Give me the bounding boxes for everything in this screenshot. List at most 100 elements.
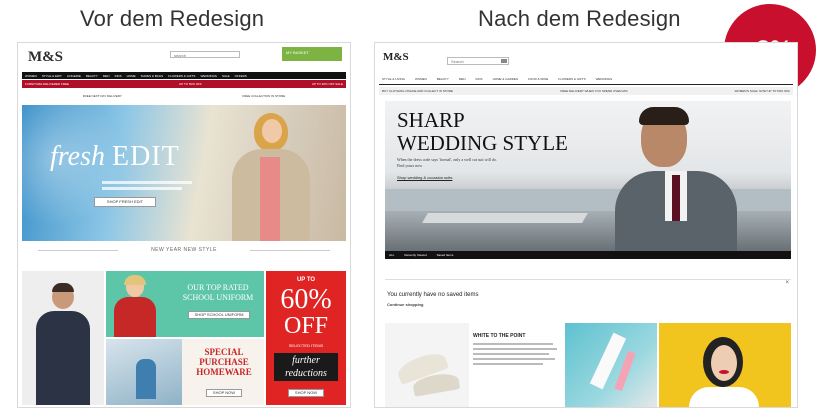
before-nav-item[interactable]: SALE — [222, 74, 230, 78]
after-hero-model-hair — [639, 107, 689, 125]
before-basket-button[interactable]: MY BASKET — [282, 47, 342, 61]
before-sale-percent: 60% — [280, 284, 332, 315]
after-info-item[interactable]: WOMEN'S SALE: NOW UP TO 50% OFF — [735, 89, 790, 93]
after-nav-item[interactable]: KIDS — [476, 77, 483, 81]
after-logo[interactable]: M&S — [383, 51, 409, 63]
after-info-item[interactable]: BUY CLOTHING ONLINE AND COLLECT IN STORE — [382, 89, 453, 93]
before-nav-item[interactable]: WOMEN — [25, 74, 37, 78]
after-article-tile[interactable]: WHITE TO THE POINT — [471, 323, 563, 407]
before-nav-item[interactable]: BEAUTY — [86, 74, 98, 78]
before-school-tile[interactable]: OUR TOP RATED SCHOOL UNIFORM SHOP SCHOOL… — [106, 271, 264, 337]
after-nav-item[interactable]: WEDDINGS — [596, 77, 613, 81]
before-hero-banner[interactable]: fresh EDIT SHOP FRESH EDIT — [22, 105, 346, 241]
before-school-child-hair — [124, 275, 146, 285]
after-nav-item[interactable]: BEAUTY — [437, 77, 449, 81]
after-hero-tab[interactable]: ALL — [389, 253, 394, 257]
before-search-input[interactable]: search — [170, 51, 240, 58]
before-delivery-bar: FREE NEXT DAY DELIVERY FREE COLLECTION I… — [22, 91, 346, 100]
after-screenshot: M&S Search STYLE & LIVING WOMEN BEAUTY M… — [374, 42, 798, 408]
before-divider-line — [250, 250, 330, 251]
after-hero-tab[interactable]: Recently Viewed — [404, 253, 426, 257]
before-hero-title-italic: fresh — [50, 141, 105, 172]
after-woman-lips — [719, 370, 729, 374]
before-hero-model-top — [260, 157, 280, 241]
before-nav-item[interactable]: SHOES & BAGS — [141, 74, 164, 78]
after-article-line — [473, 348, 557, 350]
after-woman-top — [689, 387, 759, 407]
after-info-bar: BUY CLOTHING ONLINE AND COLLECT IN STORE… — [379, 87, 793, 95]
before-nav-item[interactable]: MEN — [103, 74, 110, 78]
after-hero-tabs: ALL Recently Viewed Saved Items — [385, 251, 791, 259]
before-sale-cta[interactable]: SHOP NOW — [288, 389, 324, 397]
after-hero-model-tie — [672, 175, 680, 221]
before-promo-item[interactable]: FURNITURE DELIVERED FREE — [25, 82, 69, 86]
after-info-item[interactable]: FREE DELIVERY WHEN YOU SPEND OVER £50 — [560, 89, 627, 93]
before-logo[interactable]: M&S — [28, 49, 63, 66]
after-nav-item[interactable]: MEN — [459, 77, 466, 81]
before-hero-paint — [22, 105, 132, 241]
before-homeware-line3: HOMEWARE — [196, 367, 252, 377]
after-search-placeholder: Search — [451, 59, 464, 64]
before-nav-item[interactable]: KIDS — [115, 74, 122, 78]
before-men-hair — [52, 283, 74, 292]
before-hero-title-caps: EDIT — [111, 141, 180, 172]
after-nav-rule — [379, 84, 793, 85]
after-hero-tab[interactable]: Saved Items — [437, 253, 454, 257]
after-saved-link[interactable]: Continue shopping — [387, 302, 423, 307]
before-nav-item[interactable]: STYLE & EDIT — [42, 74, 62, 78]
before-men-tile[interactable] — [22, 271, 104, 405]
after-article-title: WHITE TO THE POINT — [473, 333, 526, 339]
before-sale-tile[interactable]: UP TO 60% OFF SELECTED ITEMS further red… — [266, 271, 346, 405]
before-homeware-title: SPECIAL PURCHASE HOMEWARE — [186, 347, 262, 377]
after-hero-cta[interactable]: Shop wedding & occasion suits — [397, 175, 452, 180]
before-hero-text-line — [102, 187, 182, 190]
before-homeware-line1: SPECIAL — [204, 347, 244, 357]
before-nav-item[interactable]: FLOWERS & GIFTS — [168, 74, 195, 78]
after-nav-item[interactable]: HOME & GARDEN — [493, 77, 519, 81]
before-promo-item[interactable]: UP TO 30% OFF SALE — [312, 82, 343, 86]
before-nav-item[interactable]: LINGERIE — [67, 74, 81, 78]
before-screenshot: M&S search MY BASKET WOMEN STYLE & EDIT … — [17, 42, 351, 408]
before-hero-cta[interactable]: SHOP FRESH EDIT — [94, 197, 156, 207]
after-article-line — [473, 363, 543, 365]
before-delivery-item[interactable]: FREE COLLECTION IN STORE — [242, 94, 285, 98]
after-hero-banner[interactable]: SHARP WEDDING STYLE When the dress code … — [385, 101, 791, 259]
before-homeware-line2: PURCHASE — [199, 357, 249, 367]
before-nav-item[interactable]: WEDDINGS — [200, 74, 217, 78]
before-homeware-figure — [136, 359, 156, 399]
after-article-line — [473, 353, 549, 355]
before-divider-line — [38, 250, 118, 251]
before-homeware-cta[interactable]: SHOP NOW — [206, 389, 242, 397]
before-school-line2: SCHOOL UNIFORM — [182, 293, 254, 302]
after-shoes-tile[interactable] — [385, 323, 469, 407]
before-sale-upto: UP TO — [296, 277, 316, 283]
after-nav-item[interactable]: STYLE & LIVING — [382, 77, 405, 81]
before-nav-item[interactable]: OFFERS — [235, 74, 247, 78]
before-homeware-tile[interactable]: SPECIAL PURCHASE HOMEWARE SHOP NOW — [106, 339, 264, 405]
before-basket-label: MY BASKET — [286, 50, 309, 55]
before-promo-bar: FURNITURE DELIVERED FREE UP TO 50% OFF U… — [22, 80, 346, 88]
before-school-cta[interactable]: SHOP SCHOOL UNIFORM — [188, 311, 250, 319]
close-icon[interactable]: × — [785, 280, 789, 286]
before-men-suit — [36, 311, 90, 405]
before-sale-sub: SELECTED ITEMS — [288, 343, 324, 348]
after-search-icon[interactable] — [501, 59, 507, 63]
before-nav-item[interactable]: HOME — [127, 74, 136, 78]
before-promo-item[interactable]: UP TO 50% OFF — [179, 82, 202, 86]
after-nav-item[interactable]: FLOWERS & GIFTS — [558, 77, 585, 81]
before-delivery-item[interactable]: FREE NEXT DAY DELIVERY — [83, 94, 122, 98]
after-woman-tile[interactable] — [659, 323, 791, 407]
after-beauty-tile[interactable] — [565, 323, 657, 407]
after-saved-message: You currently have no saved items — [387, 292, 479, 298]
after-nav-item[interactable]: WOMEN — [415, 77, 427, 81]
after-hero-lounger — [422, 213, 588, 223]
before-sale-further1: further — [292, 355, 320, 366]
before-hero-model-face — [262, 119, 282, 143]
after-nav-item[interactable]: FOOD & WINE — [528, 77, 548, 81]
after-hero-sub2: Find yours now — [397, 163, 423, 168]
after-search-input[interactable]: Search — [447, 57, 509, 65]
after-saved-panel: You currently have no saved items Contin… — [385, 279, 791, 327]
before-sale-further-box: further reductions — [274, 353, 338, 381]
after-heading: Nach dem Redesign — [478, 6, 681, 31]
before-school-jumper — [114, 297, 156, 337]
